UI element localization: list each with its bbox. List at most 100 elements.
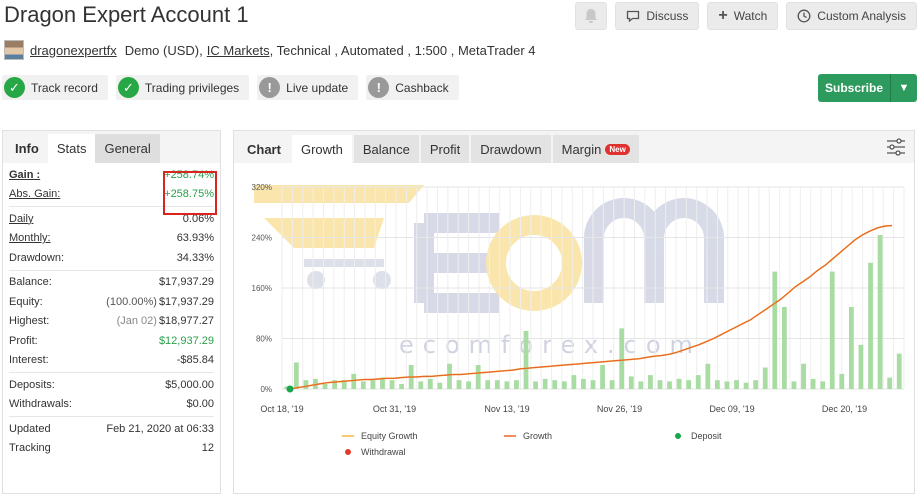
daily-label[interactable]: Daily xyxy=(9,213,33,225)
equity-percent: (100.00%) xyxy=(106,295,157,308)
balance-label: Balance: xyxy=(9,276,52,289)
legend-swatch xyxy=(345,449,351,455)
interest-label: Interest: xyxy=(9,354,49,367)
bar xyxy=(427,378,433,389)
tab-general[interactable]: General xyxy=(95,134,160,163)
deposits-value: $5,000.00 xyxy=(165,378,214,391)
user-link[interactable]: dragonexpertfx xyxy=(30,43,117,58)
page-title: Dragon Expert Account 1 xyxy=(4,2,249,27)
bar xyxy=(619,328,625,389)
tab-growth[interactable]: Growth xyxy=(291,135,352,163)
bar xyxy=(533,381,538,389)
tab-info[interactable]: Info xyxy=(6,134,48,163)
svg-text:ecomforex.com: ecomforex.com xyxy=(399,331,702,359)
comment-icon xyxy=(627,10,640,22)
bar xyxy=(322,383,328,389)
bar xyxy=(293,362,299,389)
interest-value: -$85.84 xyxy=(176,354,214,367)
watch-label: Watch xyxy=(733,9,768,23)
tab-chart: Chart xyxy=(247,141,281,157)
bell-icon xyxy=(585,9,598,23)
bar xyxy=(514,380,519,389)
bar xyxy=(581,378,586,389)
chevron-down-icon[interactable]: ▼ xyxy=(891,82,917,94)
y-tick-label: 240% xyxy=(252,234,272,243)
withdrawals-value: $0.00 xyxy=(186,398,214,411)
bar xyxy=(370,380,376,389)
bar xyxy=(791,381,797,389)
custom-analysis-button[interactable]: Custom Analysis xyxy=(786,2,917,30)
bar xyxy=(743,382,749,389)
bar xyxy=(657,380,663,389)
bar xyxy=(896,353,902,389)
badge-cashback[interactable]: ! Cashback xyxy=(366,75,459,100)
badge-live-update[interactable]: ! Live update xyxy=(257,75,359,100)
gain-label[interactable]: Gain : xyxy=(9,169,40,181)
gain-highlight-box xyxy=(163,171,217,215)
watch-button[interactable]: + Watch xyxy=(707,2,779,30)
profit-value: $12,937.29 xyxy=(158,334,214,347)
discuss-button[interactable]: Discuss xyxy=(615,2,700,30)
tab-margin[interactable]: Margin New xyxy=(552,135,639,163)
bar xyxy=(762,367,768,389)
badge-label: Track record xyxy=(31,80,98,95)
balance-value: $17,937.29 xyxy=(158,276,214,289)
avatar[interactable] xyxy=(4,40,24,60)
x-tick-label: Nov 26, '19 xyxy=(597,404,642,414)
bar xyxy=(303,380,309,389)
bar xyxy=(638,381,644,389)
growth-chart: ecomforex.com 0% 80% 160% 240% 320% Oct 18, '1… xyxy=(252,183,905,457)
deposit-point xyxy=(286,385,294,393)
bar xyxy=(437,382,443,389)
x-tick-label: Dec 09, '19 xyxy=(709,404,754,414)
x-tick-label: Dec 20, '19 xyxy=(822,404,867,414)
legend-label: Withdrawal xyxy=(361,447,406,457)
custom-analysis-label: Custom Analysis xyxy=(817,9,906,23)
account-type: Demo (USD), xyxy=(124,42,203,58)
badge-track-record[interactable]: ✓ Track record xyxy=(2,75,108,100)
bar xyxy=(695,375,701,389)
bar xyxy=(351,373,357,389)
broker-link[interactable]: IC Markets xyxy=(207,43,270,58)
bar xyxy=(820,381,826,389)
monthly-label[interactable]: Monthly: xyxy=(9,232,51,244)
drawdown-value: 34.33% xyxy=(176,251,214,264)
abs-gain-label[interactable]: Abs. Gain: xyxy=(9,188,60,200)
bar xyxy=(715,380,720,389)
subscribe-button[interactable]: Subscribe ▼ xyxy=(818,74,917,102)
highest-label: Highest: xyxy=(9,315,50,328)
drawdown-label: Drawdown: xyxy=(9,251,65,264)
badge-trading-privileges[interactable]: ✓ Trading privileges xyxy=(115,75,250,100)
bar xyxy=(858,344,864,389)
bar xyxy=(781,306,787,389)
deposits-label: Deposits: xyxy=(9,378,55,391)
bar xyxy=(456,380,462,389)
bar xyxy=(399,383,405,389)
bar xyxy=(772,271,778,389)
updated-label: Updated xyxy=(9,422,51,435)
bar xyxy=(494,380,500,389)
notify-button[interactable] xyxy=(575,2,608,30)
legend-label: Deposit xyxy=(691,431,722,441)
tab-drawdown[interactable]: Drawdown xyxy=(471,135,551,163)
sliders-icon[interactable] xyxy=(886,138,906,156)
badge-label: Live update xyxy=(286,80,349,95)
bar xyxy=(676,378,682,389)
tab-stats[interactable]: Stats xyxy=(47,134,96,163)
legend-label: Equity Growth xyxy=(361,431,418,441)
tab-balance[interactable]: Balance xyxy=(353,135,419,163)
y-tick-label: 160% xyxy=(252,284,272,293)
tab-profit[interactable]: Profit xyxy=(420,135,470,163)
tracking-value: 12 xyxy=(201,442,214,455)
monthly-value: 63.93% xyxy=(176,232,214,245)
bar xyxy=(418,381,424,389)
bar xyxy=(829,271,835,389)
balance-group: Balance: $17,937.29 Equity: (100.00%) $17,9… xyxy=(9,271,214,373)
stats-panel: Info Stats General Gain : +258.74% Abs. G… xyxy=(2,130,221,494)
y-tick-label: 80% xyxy=(256,335,272,344)
bar xyxy=(389,380,395,389)
badge-label: Trading privileges xyxy=(144,80,240,95)
bar xyxy=(705,363,711,389)
performance-group: Daily 0.06% Monthly: 63.93% Drawdown: 34.33… xyxy=(9,207,214,271)
bar xyxy=(571,375,577,389)
